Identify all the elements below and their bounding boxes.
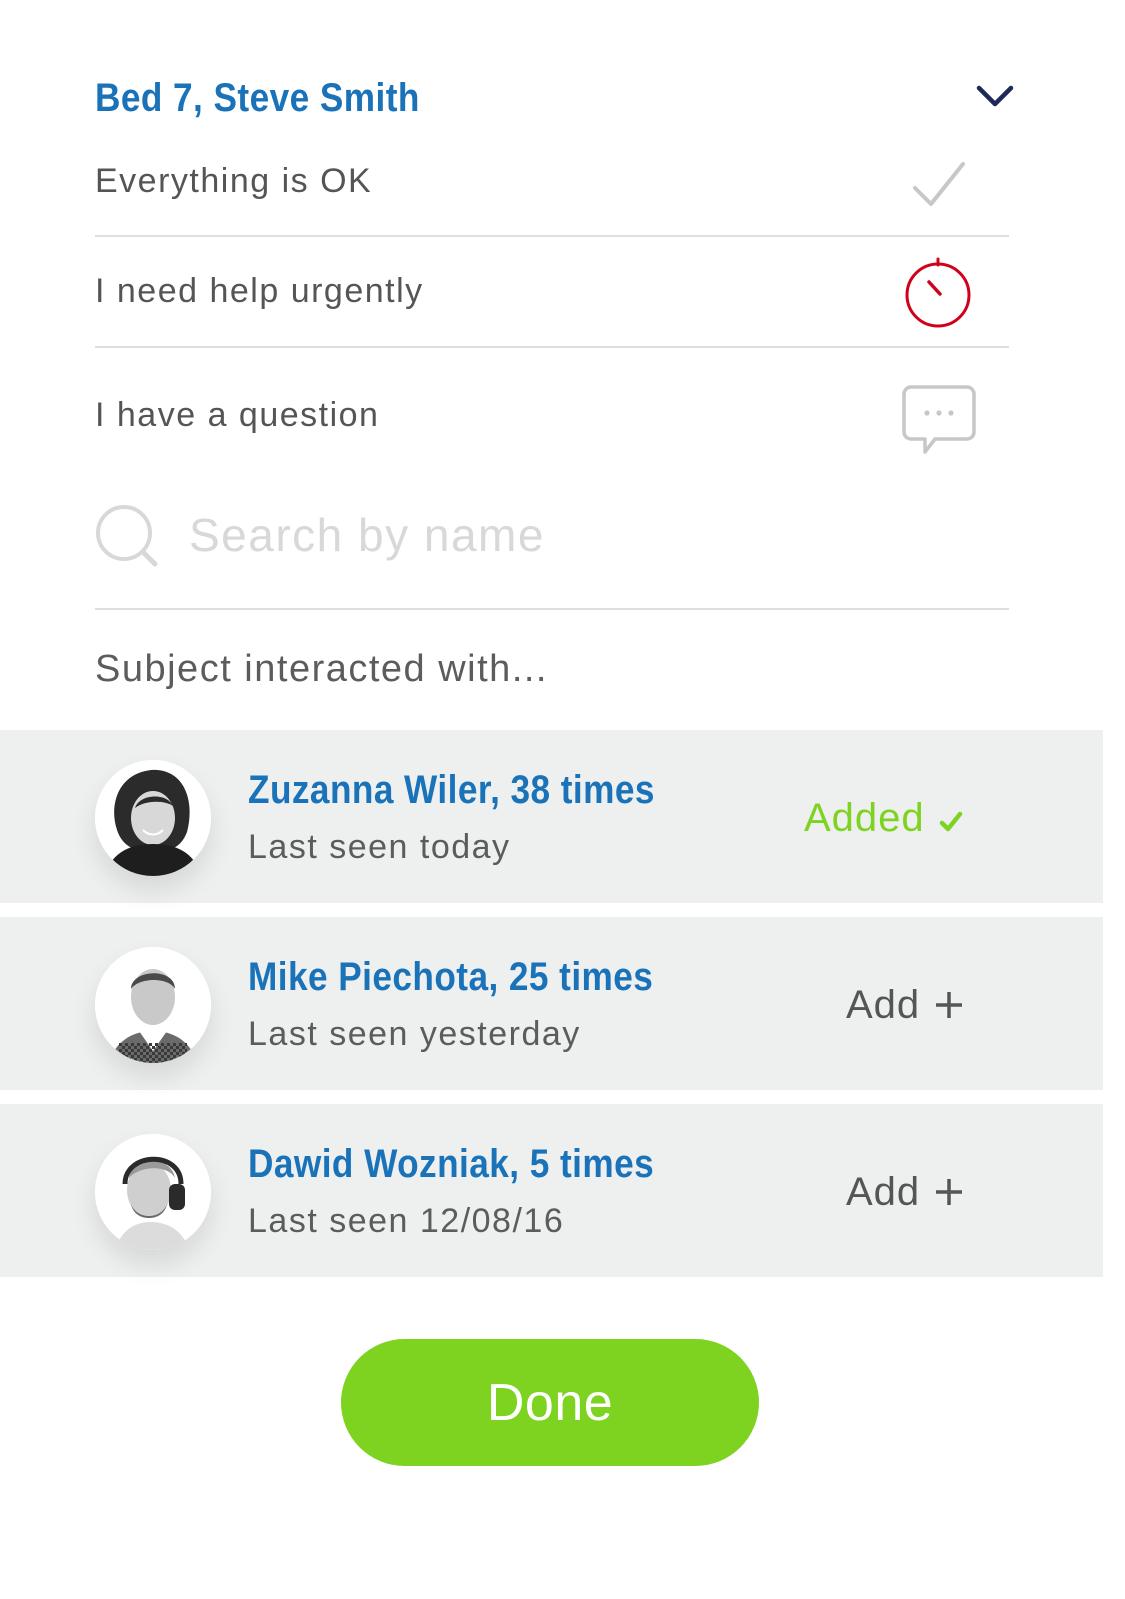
check-icon [911, 160, 967, 215]
divider [95, 235, 1009, 237]
action-label: Add [846, 983, 921, 1027]
person-name: Zuzanna Wiler, 38 times [248, 768, 655, 812]
background [1103, 0, 1125, 1599]
plus-icon [934, 985, 964, 1030]
status-option-label: I need help urgently [95, 272, 424, 310]
add-button[interactable]: Add [846, 983, 964, 1030]
person-name: Dawid Wozniak, 5 times [248, 1142, 655, 1186]
avatar [95, 1134, 211, 1250]
status-option-label: I have a question [95, 396, 380, 434]
speech-bubble-icon [901, 384, 977, 463]
person-row: Zuzanna Wiler, 38 times Last seen today … [0, 730, 1103, 903]
status-option-ok[interactable]: Everything is OK [95, 140, 1009, 238]
search-icon [95, 504, 159, 568]
divider [95, 346, 1009, 348]
search-bar [95, 490, 1009, 612]
person-row: Mike Piechota, 25 times Last seen yester… [0, 917, 1103, 1090]
action-label: Added [804, 796, 925, 840]
divider [95, 608, 1009, 610]
last-seen: Last seen 12/08/16 [248, 1202, 565, 1240]
section-label: Subject interacted with... [95, 648, 548, 690]
avatar [95, 947, 211, 1063]
search-input[interactable] [189, 500, 989, 570]
chevron-down-icon[interactable] [975, 78, 1015, 114]
stopwatch-icon [901, 256, 975, 335]
patient-title: Bed 7, Steve Smith [95, 76, 420, 120]
action-label: Add [846, 1170, 921, 1214]
avatar [95, 760, 211, 876]
status-option-question[interactable]: I have a question [95, 350, 1009, 460]
add-button[interactable]: Add [846, 1170, 964, 1217]
patient-header[interactable]: Bed 7, Steve Smith [95, 70, 1015, 130]
plus-icon [934, 1172, 964, 1217]
status-option-label: Everything is OK [95, 162, 373, 200]
check-icon [939, 798, 963, 843]
person-name: Mike Piechota, 25 times [248, 955, 654, 999]
last-seen: Last seen today [248, 828, 511, 866]
checkin-card: Bed 7, Steve Smith Everything is OK I ne… [0, 0, 1103, 1599]
added-status[interactable]: Added [804, 796, 963, 843]
done-button[interactable]: Done [341, 1339, 759, 1466]
last-seen: Last seen yesterday [248, 1015, 581, 1053]
person-row: Dawid Wozniak, 5 times Last seen 12/08/1… [0, 1104, 1103, 1277]
status-option-urgent[interactable]: I need help urgently [95, 238, 1009, 350]
